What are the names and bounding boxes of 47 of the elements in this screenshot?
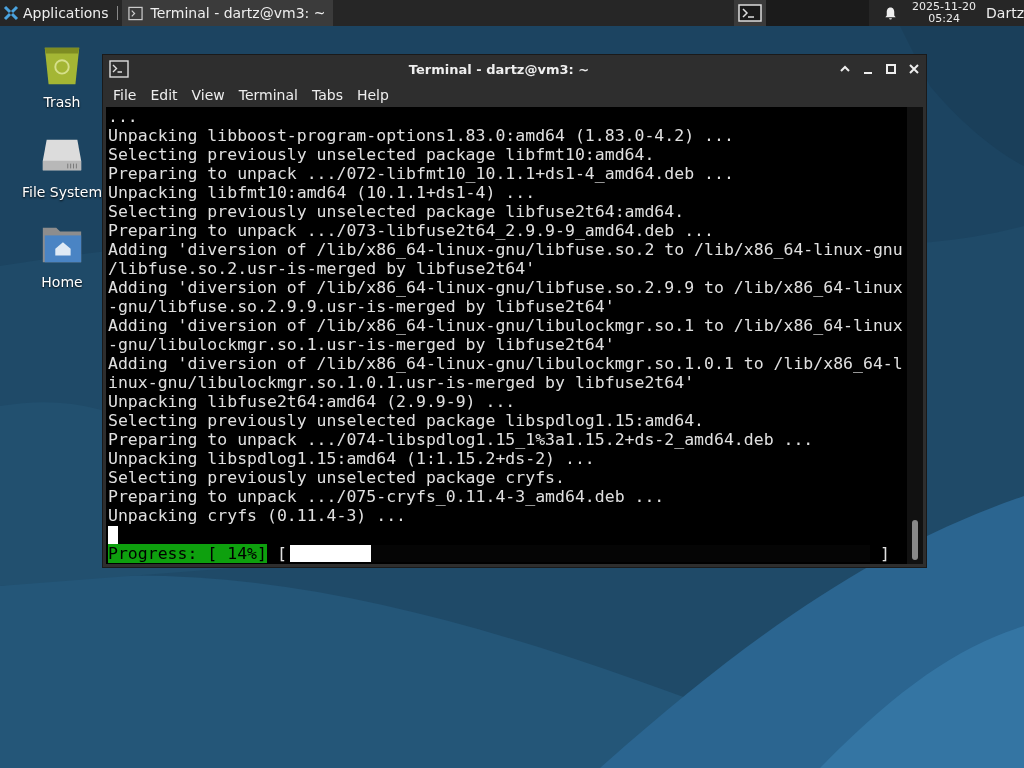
- bracket: ]: [879, 544, 890, 563]
- terminal-icon: [738, 4, 763, 22]
- terminal-icon: [109, 60, 129, 78]
- output-line: ...: [108, 107, 139, 126]
- output-line: Unpacking libboost-program-options1.83.0:amd64 (1.83.0-4.2) ...: [108, 126, 735, 145]
- progress-label: Progress: [ 14%]: [108, 544, 267, 563]
- output-line: Selecting previously unselected package libfuse2t64:amd64.: [108, 202, 686, 221]
- menu-item[interactable]: Edit: [144, 87, 184, 103]
- output-line: Adding 'diversion of /lib/x86_64-linux-gnu/libulockmgr.so.1.0.1 to /lib/x86_64-l: [108, 354, 904, 373]
- output-line: Unpacking libfmt10:amd64 (10.1.1+ds1-4) ...: [108, 183, 537, 202]
- terminal-icon: [127, 5, 143, 21]
- logo-icon: [3, 5, 19, 21]
- output-line: -gnu/libfuse.so.2.9.9.usr-is-merged by libfuse2t64': [108, 297, 616, 316]
- output-line: Preparing to unpack .../073-libfuse2t64_2.9.9-9_amd64.deb ...: [108, 221, 715, 240]
- output-line: Preparing to unpack .../075-cryfs_0.11.4-3_amd64.deb ...: [108, 487, 666, 506]
- scrollbar[interactable]: [907, 107, 923, 564]
- icon-label[interactable]: Home: [41, 274, 83, 290]
- icon-label[interactable]: File System: [21, 184, 103, 200]
- output-line: Adding 'diversion of /lib/x86_64-linux-gnu/libfuse.so.2.9.9 to /lib/x86_64-linux: [108, 278, 904, 297]
- applications-menu[interactable]: Applications: [0, 0, 113, 26]
- maximize-icon[interactable]: [885, 63, 897, 75]
- output-line: Selecting previously unselected package cryfs.: [108, 468, 566, 487]
- user-name[interactable]: Dartz: [986, 5, 1024, 21]
- output-line: Unpacking libfuse2t64:amd64 (2.9.9-9) ...: [108, 392, 517, 411]
- menu-item[interactable]: Terminal: [232, 87, 304, 103]
- menu-item[interactable]: View: [185, 87, 231, 103]
- bracket: [: [276, 544, 287, 563]
- taskbar-button[interactable]: Terminal - dartz@vm3: ~: [121, 0, 334, 26]
- output-line: Unpacking libspdlog1.15:amd64 (1:1.15.2+ds-2) ...: [108, 449, 596, 468]
- output-line: Selecting previously unselected package libfmt10:amd64.: [108, 145, 656, 164]
- output-line: Preparing to unpack .../074-libspdlog1.15_1%3a1.15.2+ds-2_amd64.deb ...: [108, 430, 815, 449]
- menu-item[interactable]: Tabs: [305, 87, 349, 103]
- close-icon[interactable]: [908, 63, 920, 75]
- menu-item[interactable]: Help: [350, 87, 395, 103]
- output-line: Preparing to unpack .../072-libfmt10_10.1.1+ds1-4_amd64.deb ...: [108, 164, 735, 183]
- output-line: Selecting previously unselected package libspdlog1.15:amd64.: [108, 411, 706, 430]
- menu-item[interactable]: File: [107, 87, 143, 103]
- output-line: Adding 'diversion of /lib/x86_64-linux-gnu/libulockmgr.so.1 to /lib/x86_64-linux: [108, 316, 904, 335]
- clock[interactable]: 2025-11-20 05:24: [912, 1, 977, 25]
- output-line: Unpacking cryfs (0.11.4-3) ...: [108, 506, 407, 525]
- terminal-launcher[interactable]: [734, 0, 767, 26]
- icon-label[interactable]: Trash: [43, 94, 81, 110]
- output-line: -gnu/libulockmgr.so.1.usr-is-merged by libfuse2t64': [108, 335, 616, 354]
- window-title: Terminal - dartz@vm3: ~: [407, 61, 591, 77]
- output-line: /libfuse.so.2.usr-is-merged by libfuse2t64': [108, 259, 537, 278]
- output-line: inux-gnu/libulockmgr.so.1.0.1.usr-is-merged by libfuse2t64': [108, 373, 696, 392]
- output-line: Adding 'diversion of /lib/x86_64-linux-gnu/libfuse.so.2 to /lib/x86_64-linux-gnu: [108, 240, 904, 259]
